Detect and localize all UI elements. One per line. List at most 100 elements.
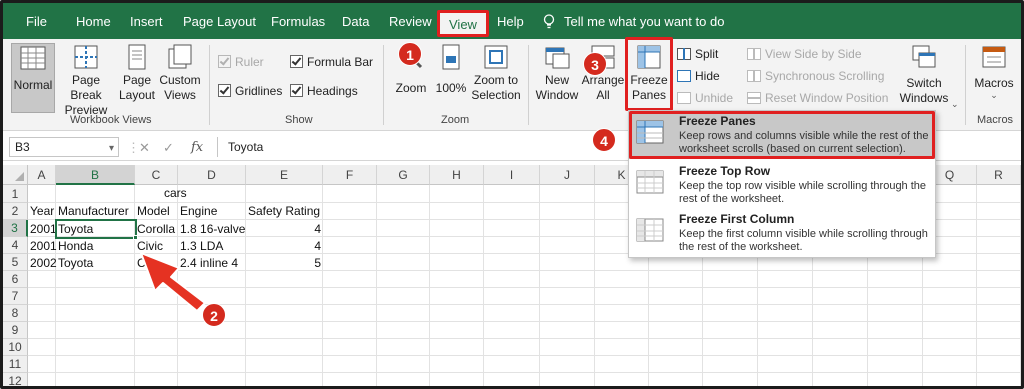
- column-header-i[interactable]: I: [484, 165, 540, 185]
- fill-handle[interactable]: [133, 235, 138, 240]
- active-cell-b3[interactable]: [55, 219, 137, 239]
- row-header-1[interactable]: 1: [3, 185, 28, 203]
- zoom-100-button[interactable]: 100%: [433, 43, 469, 96]
- new-window-button[interactable]: New Window: [534, 43, 580, 103]
- column-header-g[interactable]: G: [377, 165, 430, 185]
- reset-window-position-button[interactable]: Reset Window Position: [747, 89, 888, 107]
- row-header-4[interactable]: 4: [3, 237, 28, 254]
- switch-windows-label-2: Windows: [899, 91, 949, 105]
- zoom-to-selection-button[interactable]: Zoom to Selection: [471, 43, 521, 103]
- column-header-f[interactable]: F: [323, 165, 377, 185]
- header-cell[interactable]: Model: [135, 203, 172, 220]
- table-cell[interactable]: 1.8 16-valve: [178, 221, 247, 238]
- column-header-e[interactable]: E: [246, 165, 323, 185]
- table-cell[interactable]: 4: [246, 221, 323, 238]
- ribbon-tab-bar: File Home Insert Page Layout Formulas Da…: [3, 3, 1021, 39]
- ruler-checkbox[interactable]: Ruler: [218, 53, 264, 71]
- macros-dropdown-icon: ⌄: [990, 90, 998, 100]
- page-layout-label-1: Page: [122, 73, 152, 87]
- tab-home[interactable]: Home: [76, 13, 111, 31]
- split-button[interactable]: Split: [677, 45, 718, 63]
- custom-views-button[interactable]: Custom Views: [158, 43, 202, 103]
- cell-title[interactable]: cars: [162, 185, 195, 202]
- column-header-h[interactable]: H: [430, 165, 484, 185]
- name-box-value: B3: [15, 140, 30, 154]
- row-header-3[interactable]: 3: [3, 220, 28, 237]
- switch-windows-label-1: Switch: [906, 76, 942, 90]
- column-header-b[interactable]: B: [56, 165, 135, 185]
- page-layout-icon: [128, 44, 146, 70]
- column-header-d[interactable]: D: [178, 165, 246, 185]
- zoom-group-label: Zoom: [441, 114, 470, 126]
- row-header-12[interactable]: 12: [3, 373, 28, 386]
- hide-label: Hide: [695, 69, 720, 83]
- gridline: [28, 270, 1021, 271]
- switch-windows-button[interactable]: Switch Windows: [896, 43, 952, 106]
- tab-data[interactable]: Data: [342, 13, 369, 31]
- unhide-label: Unhide: [695, 91, 734, 105]
- chevron-down-icon[interactable]: ▾: [109, 140, 114, 158]
- table-cell[interactable]: 4: [246, 238, 323, 255]
- name-box[interactable]: B3 ▾: [9, 137, 119, 157]
- tab-view[interactable]: View: [437, 10, 489, 37]
- view-side-by-side-button[interactable]: View Side by Side: [747, 45, 862, 63]
- tab-file[interactable]: File: [26, 13, 47, 31]
- tab-review[interactable]: Review: [389, 13, 432, 31]
- table-cell[interactable]: Corolla: [135, 221, 177, 238]
- formula-bar-checkbox[interactable]: Formula Bar: [290, 53, 373, 71]
- tab-formulas[interactable]: Formulas: [271, 13, 325, 31]
- gridlines-checkbox[interactable]: Gridlines: [218, 82, 282, 100]
- table-cell[interactable]: 2002: [28, 255, 59, 272]
- synchronous-scrolling-button[interactable]: Synchronous Scrolling: [747, 67, 884, 85]
- menu-item-freeze-top-row[interactable]: Freeze Top Row Keep the top row visible …: [629, 161, 935, 209]
- table-cell[interactable]: 2001: [28, 238, 59, 255]
- table-cell[interactable]: Civic: [135, 238, 165, 255]
- macros-button[interactable]: Macros ⌄: [971, 43, 1017, 100]
- page-layout-view-button[interactable]: Page Layout: [117, 43, 157, 103]
- row-header-9[interactable]: 9: [3, 322, 28, 339]
- column-header-r[interactable]: R: [977, 165, 1021, 185]
- tab-insert[interactable]: Insert: [130, 13, 163, 31]
- headings-checkbox[interactable]: Headings: [290, 82, 358, 100]
- menu-item-desc: Keep the first column visible while scro…: [679, 228, 928, 253]
- normal-view-button[interactable]: Normal: [11, 43, 55, 113]
- hide-button[interactable]: Hide: [677, 67, 720, 85]
- tab-page-layout[interactable]: Page Layout: [183, 13, 256, 31]
- table-cell[interactable]: Honda: [56, 238, 95, 255]
- select-all-button[interactable]: [3, 165, 28, 185]
- custom-views-icon: [168, 44, 192, 69]
- menu-item-freeze-first-column[interactable]: Freeze First Column Keep the first colum…: [629, 209, 935, 257]
- tell-me-search[interactable]: Tell me what you want to do: [543, 13, 724, 31]
- row-header-11[interactable]: 11: [3, 356, 28, 373]
- arrange-all-label-2: All: [596, 88, 610, 102]
- page-break-preview-button[interactable]: Page Break Preview: [57, 43, 115, 118]
- header-cell[interactable]: Engine: [178, 203, 219, 220]
- table-cell[interactable]: C: [135, 255, 148, 272]
- enter-icon[interactable]: ✓: [163, 140, 174, 156]
- column-header-a[interactable]: A: [28, 165, 56, 185]
- column-header-j[interactable]: J: [540, 165, 595, 185]
- row-header-7[interactable]: 7: [3, 288, 28, 305]
- table-cell[interactable]: Toyota: [56, 255, 95, 272]
- tab-help[interactable]: Help: [497, 13, 524, 31]
- insert-function-icon[interactable]: fx: [191, 140, 203, 155]
- cancel-icon[interactable]: ✕: [139, 140, 150, 156]
- ruler-label: Ruler: [235, 55, 264, 69]
- zoom-selection-label-1: Zoom to: [473, 73, 518, 87]
- header-cell[interactable]: Manufacturer: [56, 203, 131, 220]
- page-break-icon: [74, 45, 98, 69]
- column-header-c[interactable]: C: [135, 165, 178, 185]
- row-header-10[interactable]: 10: [3, 339, 28, 356]
- row-header-2[interactable]: 2: [3, 203, 28, 220]
- row-header-8[interactable]: 8: [3, 305, 28, 322]
- table-cell[interactable]: 2.4 inline 4: [178, 255, 240, 272]
- row-header-6[interactable]: 6: [3, 271, 28, 288]
- callout-badge-4: 4: [592, 128, 616, 152]
- unhide-button[interactable]: Unhide: [677, 89, 733, 107]
- header-cell[interactable]: Year: [28, 203, 56, 220]
- tell-me-label: Tell me what you want to do: [564, 14, 725, 29]
- row-header-5[interactable]: 5: [3, 254, 28, 271]
- table-cell[interactable]: 5: [246, 255, 323, 272]
- header-cell[interactable]: Safety Rating: [246, 203, 322, 220]
- table-cell[interactable]: 1.3 LDA: [178, 238, 225, 255]
